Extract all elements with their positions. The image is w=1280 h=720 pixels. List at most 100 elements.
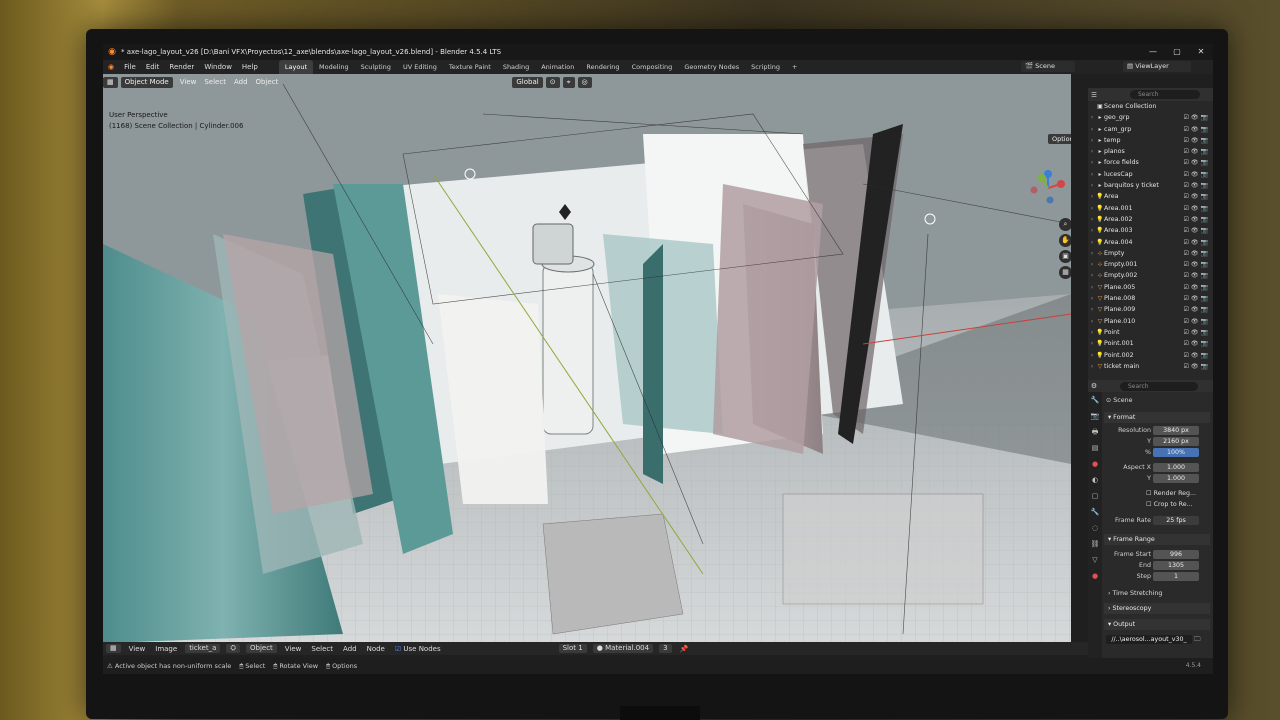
frame-step-field[interactable]: 1	[1153, 572, 1199, 581]
frame-rate-dropdown[interactable]: 25 fps	[1153, 516, 1199, 525]
resolution-y-field[interactable]: 2160 px	[1153, 437, 1199, 446]
outliner-item[interactable]: › ▸ planos ☑👁📷	[1088, 146, 1213, 157]
tab-uv-editing[interactable]: UV Editing	[397, 60, 443, 74]
expand-chevron-icon[interactable]: ›	[1088, 304, 1096, 315]
world-tab-icon[interactable]: ◐	[1088, 472, 1102, 488]
folder-icon[interactable]: 🗀	[1194, 636, 1200, 643]
expand-chevron-icon[interactable]: ›	[1088, 135, 1096, 146]
outliner-item[interactable]: › 💡 Area.004 ☑👁📷	[1088, 237, 1213, 248]
outliner-item[interactable]: › ▸ temp ☑👁📷	[1088, 135, 1213, 146]
material-tab-icon[interactable]: ●	[1088, 568, 1102, 584]
frame-start-field[interactable]: 996	[1153, 550, 1199, 559]
expand-chevron-icon[interactable]: ›	[1088, 282, 1096, 293]
tab-texture-paint[interactable]: Texture Paint	[443, 60, 497, 74]
tool-tab-icon[interactable]: 🔧	[1088, 392, 1102, 408]
outliner-item[interactable]: › ⊹ Empty ☑👁📷	[1088, 248, 1213, 259]
outliner-item[interactable]: › 💡 Point.002 ☑👁📷	[1088, 350, 1213, 361]
expand-chevron-icon[interactable]: ›	[1088, 248, 1096, 259]
outliner-item[interactable]: › 💡 Point.001 ☑👁📷	[1088, 338, 1213, 349]
visibility-toggles[interactable]: ☑👁📷	[1184, 327, 1213, 338]
visibility-toggles[interactable]: ☑👁📷	[1184, 225, 1213, 236]
visibility-toggles[interactable]: ☑👁📷	[1184, 214, 1213, 225]
pin-icon[interactable]: 📌	[675, 645, 694, 653]
scene-tab-icon[interactable]: ●	[1088, 456, 1102, 472]
physics-tab-icon[interactable]: ◌	[1088, 520, 1102, 536]
aspect-y-field[interactable]: 1.000	[1153, 474, 1199, 483]
pivot-icon[interactable]: ⊙	[545, 76, 560, 88]
output-header[interactable]: ▾ Output	[1104, 619, 1210, 630]
outliner-item[interactable]: › ▸ force fields ☑👁📷	[1088, 157, 1213, 168]
outliner-item[interactable]: › ▽ Plane.009 ☑👁📷	[1088, 304, 1213, 315]
outliner-item[interactable]: › ▽ Plane.008 ☑👁📷	[1088, 293, 1213, 304]
outliner-search-input[interactable]: Search	[1130, 90, 1200, 99]
tab-compositing[interactable]: Compositing	[626, 60, 679, 74]
material-users-count[interactable]: 3	[659, 644, 672, 653]
visibility-toggles[interactable]: ☑👁📷	[1184, 135, 1213, 146]
outliner-root[interactable]: ▣ Scene Collection	[1088, 101, 1213, 112]
node-menu-node[interactable]: Node	[362, 645, 390, 653]
stereoscopy-header[interactable]: › Stereoscopy	[1104, 603, 1210, 614]
menu-render[interactable]: Render	[164, 63, 199, 71]
render-region-checkbox[interactable]: ☐ Render Reg...	[1146, 489, 1213, 499]
footer-menu-image[interactable]: Image	[150, 645, 182, 653]
material-field[interactable]: ● Material.004	[592, 644, 654, 653]
minimize-button[interactable]: —	[1141, 44, 1165, 60]
visibility-toggles[interactable]: ☑👁📷	[1184, 169, 1213, 180]
expand-chevron-icon[interactable]: ›	[1088, 361, 1096, 372]
expand-chevron-icon[interactable]: ›	[1088, 203, 1096, 214]
visibility-toggles[interactable]: ☑👁📷	[1184, 350, 1213, 361]
expand-chevron-icon[interactable]: ›	[1088, 350, 1096, 361]
outliner-item[interactable]: › 💡 Area.001 ☑👁📷	[1088, 203, 1213, 214]
menu-file[interactable]: File	[119, 63, 141, 71]
expand-chevron-icon[interactable]: ›	[1088, 338, 1096, 349]
add-workspace-button[interactable]: +	[786, 60, 803, 74]
visibility-toggles[interactable]: ☑👁📷	[1184, 146, 1213, 157]
viewport-menu-select[interactable]: Select	[200, 78, 230, 86]
options-button[interactable]: Options	[1048, 134, 1071, 144]
expand-chevron-icon[interactable]: ›	[1088, 270, 1096, 281]
visibility-toggles[interactable]: ☑👁📷	[1184, 270, 1213, 281]
node-editor-type-button[interactable]: ⛭	[226, 644, 240, 653]
expand-chevron-icon[interactable]: ›	[1088, 191, 1096, 202]
outliner-item[interactable]: › 💡 Area ☑👁📷	[1088, 191, 1213, 202]
use-nodes-checkbox[interactable]: ☑ Use Nodes	[390, 645, 446, 653]
expand-chevron-icon[interactable]: ›	[1088, 214, 1096, 225]
transform-orientation-dropdown[interactable]: Global	[512, 76, 543, 88]
visibility-toggles[interactable]: ☑👁📷	[1184, 157, 1213, 168]
footer-menu-view[interactable]: View	[124, 645, 151, 653]
expand-chevron-icon[interactable]: ›	[1088, 157, 1096, 168]
outliner-item[interactable]: › ▽ Plane.010 ☑👁📷	[1088, 316, 1213, 327]
slot-dropdown[interactable]: Slot 1	[558, 644, 587, 653]
3d-viewport[interactable]: ▦ Object Mode View Select Add Object Glo…	[103, 74, 1071, 642]
data-tab-icon[interactable]: ▽	[1088, 552, 1102, 568]
visibility-toggles[interactable]: ☑👁📷	[1184, 180, 1213, 191]
visibility-toggles[interactable]: ☑👁📷	[1184, 248, 1213, 259]
object-tab-icon[interactable]: ▢	[1088, 488, 1102, 504]
properties-editor-icon[interactable]: ⚙	[1088, 382, 1100, 390]
frame-range-header[interactable]: ▾ Frame Range	[1104, 534, 1210, 545]
outliner-item[interactable]: › ⊹ Empty.001 ☑👁📷	[1088, 259, 1213, 270]
render-tab-icon[interactable]: 📷	[1088, 408, 1102, 424]
frame-end-field[interactable]: 1305	[1153, 561, 1199, 570]
expand-chevron-icon[interactable]: ›	[1088, 316, 1096, 327]
maximize-button[interactable]: ▢	[1165, 44, 1189, 60]
object-type-dropdown[interactable]: Object	[245, 644, 277, 653]
blender-menu-icon[interactable]: ◉	[103, 63, 119, 71]
visibility-toggles[interactable]: ☑👁📷	[1184, 361, 1213, 372]
visibility-toggles[interactable]: ☑👁📷	[1184, 304, 1213, 315]
expand-chevron-icon[interactable]: ›	[1088, 180, 1096, 191]
tab-animation[interactable]: Animation	[535, 60, 580, 74]
output-tab-icon[interactable]: 🖶	[1088, 424, 1102, 440]
visibility-toggles[interactable]: ☑👁📷	[1184, 124, 1213, 135]
resolution-percent-field[interactable]: 100%	[1153, 448, 1199, 457]
visibility-toggles[interactable]: ☑👁📷	[1184, 191, 1213, 202]
visibility-toggles[interactable]: ☑👁📷	[1184, 293, 1213, 304]
node-menu-add[interactable]: Add	[338, 645, 362, 653]
outliner-item[interactable]: › ⊹ Empty.002 ☑👁📷	[1088, 270, 1213, 281]
time-stretching-header[interactable]: › Time Stretching	[1108, 589, 1213, 599]
expand-chevron-icon[interactable]: ›	[1088, 112, 1096, 123]
outliner-item[interactable]: › ▽ Plane.005 ☑👁📷	[1088, 282, 1213, 293]
tab-modeling[interactable]: Modeling	[313, 60, 355, 74]
outliner-item[interactable]: › ▸ lucesCap ☑👁📷	[1088, 169, 1213, 180]
visibility-toggles[interactable]: ☑👁📷	[1184, 282, 1213, 293]
